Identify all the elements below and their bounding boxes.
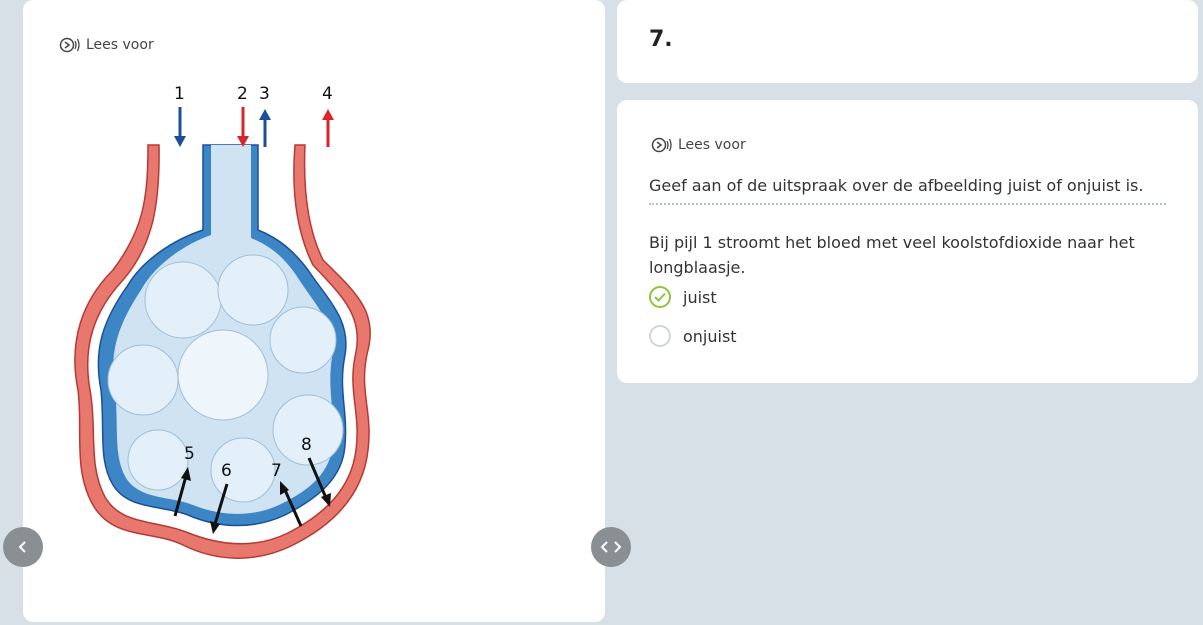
option-label: onjuist <box>683 326 737 346</box>
read-aloud-label: Lees voor <box>678 137 746 153</box>
option-onjuist[interactable]: onjuist <box>649 325 737 347</box>
previous-button[interactable] <box>3 527 43 567</box>
question-statement: Bij pijl 1 stroomt het bloed met veel ko… <box>649 233 1135 277</box>
chevron-left-right-icon <box>600 541 622 553</box>
question-number-card: 7. <box>617 0 1198 83</box>
figure-label: 6 <box>221 461 232 481</box>
figure-label: 2 <box>237 84 248 104</box>
chevron-left-icon <box>18 541 26 553</box>
alveolus-diagram: 1 2 3 4 5 6 7 8 <box>74 84 371 559</box>
option-label: juist <box>683 287 717 307</box>
figure-card: Lees voor 1 2 3 4 5 6 7 8 <box>23 0 605 622</box>
figure-label: 1 <box>174 84 185 104</box>
expand-collapse-button[interactable] <box>591 527 631 567</box>
figure-label: 5 <box>184 444 195 464</box>
figure-label: 8 <box>301 435 312 455</box>
figure-label: 7 <box>271 461 282 481</box>
read-aloud-button[interactable]: Lees voor <box>651 136 746 154</box>
figure-label: 3 <box>259 84 270 104</box>
question-card: Lees voor Geef aan of de uitspraak over … <box>617 100 1198 383</box>
option-juist[interactable]: juist <box>649 286 717 308</box>
radio-checked-icon[interactable] <box>649 286 671 308</box>
question-number: 7. <box>649 27 673 52</box>
question-instruction: Geef aan of de uitspraak over de afbeeld… <box>649 176 1166 205</box>
read-aloud-label: Lees voor <box>86 37 154 53</box>
speaker-icon <box>651 137 672 153</box>
figure-label: 4 <box>322 84 333 104</box>
radio-unchecked-icon[interactable] <box>649 325 671 347</box>
read-aloud-button[interactable]: Lees voor <box>59 36 154 54</box>
checkmark-icon <box>654 292 666 302</box>
speaker-icon <box>59 37 80 53</box>
